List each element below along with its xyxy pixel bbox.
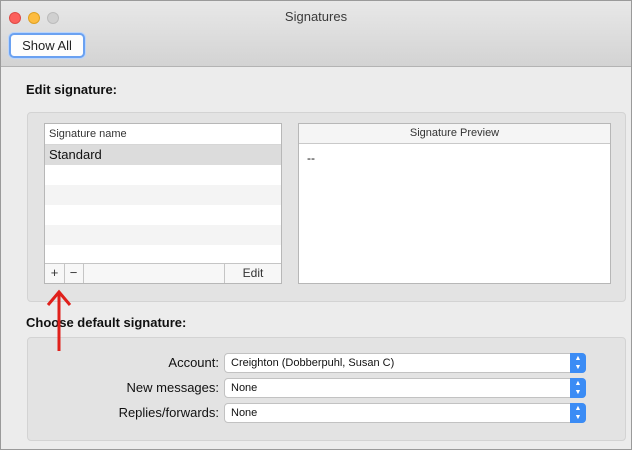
up-down-chevron-icon: ▲ ▼ <box>570 378 586 398</box>
new-messages-row: New messages: None ▲ ▼ <box>28 378 625 398</box>
empty-list-row <box>45 245 281 265</box>
account-label: Account: <box>168 355 219 370</box>
new-messages-select-value: None <box>231 382 258 394</box>
default-signature-group: Account: Creighton (Dobberpuhl, Susan C)… <box>27 337 626 441</box>
new-messages-select[interactable]: None ▲ ▼ <box>224 378 586 398</box>
title-bar: Signatures Show All <box>1 1 631 67</box>
signatures-window: Signatures Show All Edit signature: Sign… <box>0 0 632 450</box>
replies-forwards-select[interactable]: None ▲ ▼ <box>224 403 586 423</box>
up-down-chevron-icon: ▲ ▼ <box>570 403 586 423</box>
content-area: Edit signature: Signature name Standard … <box>1 67 631 449</box>
new-messages-label: New messages: <box>126 380 219 395</box>
empty-list-row <box>45 165 281 185</box>
signature-preview-header: Signature Preview <box>299 124 610 144</box>
signature-list: Signature name Standard + − Edit <box>44 123 282 284</box>
show-all-button[interactable]: Show All <box>9 33 85 58</box>
empty-list-row <box>45 185 281 205</box>
signature-preview-panel: Signature Preview -- <box>298 123 611 284</box>
empty-list-row <box>45 205 281 225</box>
empty-list-row <box>45 225 281 245</box>
up-down-chevron-icon: ▲ ▼ <box>570 353 586 373</box>
remove-signature-button[interactable]: − <box>64 264 84 283</box>
replies-forwards-row: Replies/forwards: None ▲ ▼ <box>28 403 625 423</box>
replies-forwards-label: Replies/forwards: <box>118 405 219 420</box>
account-select[interactable]: Creighton (Dobberpuhl, Susan C) ▲ ▼ <box>224 353 586 373</box>
edit-signature-group: Signature name Standard + − Edit Signatu… <box>27 112 626 302</box>
edit-signature-button[interactable]: Edit <box>224 264 281 283</box>
window-title: Signatures <box>284 9 348 24</box>
edit-signature-heading: Edit signature: <box>26 82 118 97</box>
account-select-value: Creighton (Dobberpuhl, Susan C) <box>231 357 395 369</box>
replies-forwards-select-value: None <box>231 407 258 419</box>
red-arrow-annotation-icon <box>46 289 72 351</box>
account-row: Account: Creighton (Dobberpuhl, Susan C)… <box>28 353 625 373</box>
list-toolbar: + − Edit <box>45 263 281 283</box>
signature-list-item[interactable]: Standard <box>45 145 281 165</box>
add-signature-button[interactable]: + <box>45 264 65 283</box>
signature-preview-text: -- <box>307 151 315 165</box>
signature-name-column-header[interactable]: Signature name <box>45 124 281 145</box>
